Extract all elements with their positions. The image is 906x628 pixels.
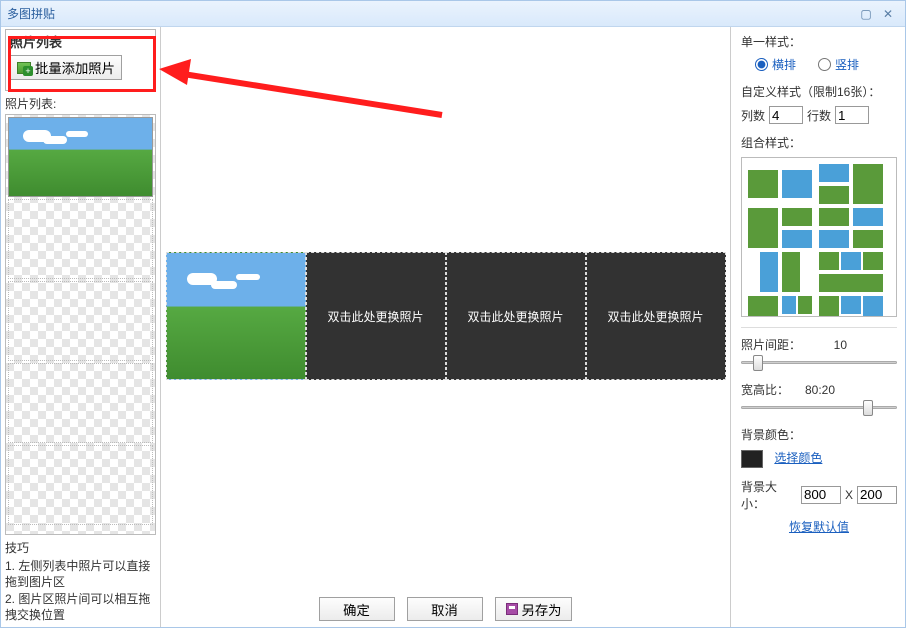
collage-slot[interactable]: 双击此处更换照片	[306, 252, 446, 380]
combo-style-label: 组合样式：	[741, 134, 897, 151]
right-panel: 单一样式： 横排 竖排 自定义样式（限制16张）： 列数 行数 组合样式：	[730, 27, 905, 627]
thumbnail-empty-slot[interactable]	[8, 445, 153, 525]
radio-vertical[interactable]: 竖排	[818, 56, 859, 73]
rows-input[interactable]	[835, 106, 869, 124]
add-photo-icon	[17, 62, 31, 74]
choose-color-link[interactable]: 选择颜色	[774, 451, 822, 465]
gap-slider[interactable]	[741, 353, 897, 371]
bg-height-input[interactable]	[857, 486, 897, 504]
radio-horizontal-label: 横排	[772, 56, 796, 73]
rows-label: 行数	[807, 107, 831, 124]
thumbnail-empty-slot[interactable]	[8, 199, 153, 279]
thumbnail-empty-slot[interactable]	[8, 281, 153, 361]
batch-add-photos-label: 批量添加照片	[35, 58, 115, 77]
ok-label: 确定	[343, 600, 370, 619]
collage-slot[interactable]	[166, 252, 306, 380]
gap-value: 10	[807, 338, 847, 352]
tip-line: 1. 左侧列表中照片可以直接拖到图片区	[5, 558, 156, 590]
tips-title: 技巧	[5, 539, 156, 556]
thumbnail-item[interactable]	[8, 117, 153, 197]
radio-vertical-label: 竖排	[835, 56, 859, 73]
collage-canvas: 双击此处更换照片 双击此处更换照片 双击此处更换照片	[161, 252, 730, 380]
collage-slot[interactable]: 双击此处更换照片	[446, 252, 586, 380]
window-title: 多图拼贴	[7, 5, 55, 22]
tips-section: 技巧 1. 左侧列表中照片可以直接拖到图片区 2. 图片区照片间可以相互拖拽交换…	[5, 539, 156, 623]
bgcolor-swatch[interactable]	[741, 450, 763, 468]
window-close-button[interactable]: ✕	[877, 5, 899, 23]
bgcolor-label: 背景颜色：	[741, 426, 897, 443]
save-as-label: 另存为	[522, 600, 562, 619]
left-panel: 照片列表 批量添加照片 照片列表: 技巧 1. 左侧列表中照片可以直接拖到图片区…	[1, 27, 161, 627]
collage-slot[interactable]: 双击此处更换照片	[586, 252, 726, 380]
dialog-button-row: 确定 取消 另存为	[161, 597, 730, 621]
tip-line: 2. 图片区照片间可以相互拖拽交换位置	[5, 591, 156, 623]
radio-horizontal[interactable]: 横排	[755, 56, 796, 73]
reset-defaults-link[interactable]: 恢复默认值	[789, 520, 849, 534]
ratio-value: 80:20	[795, 383, 835, 397]
annotation-arrow	[157, 55, 447, 125]
thumbnail-empty-slot[interactable]	[8, 363, 153, 443]
template-item[interactable]	[748, 296, 812, 317]
bg-width-input[interactable]	[801, 486, 841, 504]
photo-list-sublabel: 照片列表:	[5, 95, 156, 112]
cancel-label: 取消	[431, 600, 458, 619]
center-panel: 双击此处更换照片 双击此处更换照片 双击此处更换照片 确定 取消 另存为	[161, 27, 730, 627]
ok-button[interactable]: 确定	[319, 597, 395, 621]
template-item[interactable]	[748, 164, 812, 204]
left-panel-head: 照片列表 批量添加照片	[5, 29, 156, 91]
cols-label: 列数	[741, 107, 765, 124]
save-icon	[506, 603, 518, 615]
template-item[interactable]	[819, 164, 883, 204]
template-item[interactable]	[819, 252, 883, 292]
ratio-slider[interactable]	[741, 398, 897, 416]
bg-x-label: X	[845, 488, 853, 502]
template-item[interactable]	[819, 208, 883, 248]
titlebar: 多图拼贴 ▢ ✕	[1, 1, 905, 27]
template-item[interactable]	[819, 296, 883, 317]
gap-label: 照片间距：	[741, 336, 801, 353]
app-window: 多图拼贴 ▢ ✕ 照片列表 批量添加照片 照片列表: 技	[0, 0, 906, 628]
ratio-label: 宽高比：	[741, 381, 789, 398]
save-as-button[interactable]: 另存为	[495, 597, 573, 621]
cancel-button[interactable]: 取消	[407, 597, 483, 621]
bgsize-label: 背景大小：	[741, 478, 797, 512]
single-style-label: 单一样式：	[741, 33, 897, 50]
template-item[interactable]	[748, 252, 812, 292]
template-list[interactable]	[741, 157, 897, 317]
thumbnail-list[interactable]	[5, 114, 156, 535]
window-maximize-button[interactable]: ▢	[855, 5, 877, 23]
template-item[interactable]	[748, 208, 812, 248]
cols-input[interactable]	[769, 106, 803, 124]
custom-style-label: 自定义样式（限制16张）：	[741, 83, 897, 100]
batch-add-photos-button[interactable]: 批量添加照片	[10, 55, 122, 80]
collage-strip: 双击此处更换照片 双击此处更换照片 双击此处更换照片	[166, 252, 726, 380]
photo-list-title: 照片列表	[10, 32, 151, 51]
